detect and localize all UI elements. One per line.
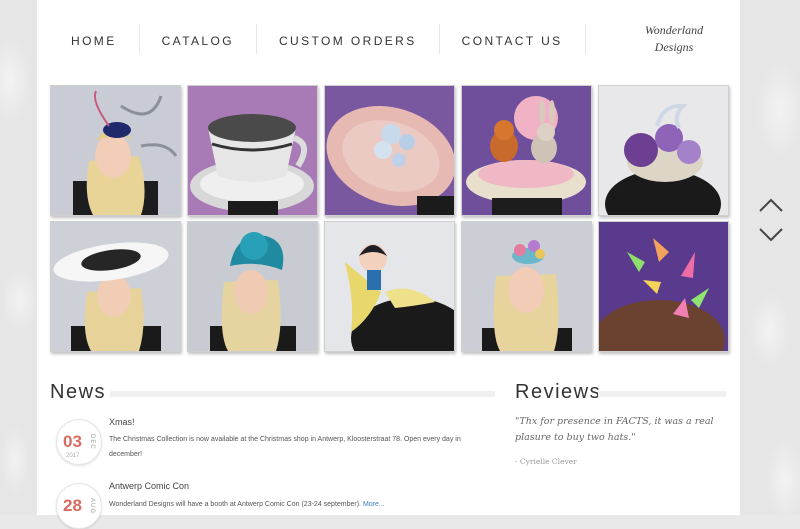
more-link[interactable]: More... <box>363 501 385 508</box>
gallery-image-navy-fascinator[interactable] <box>50 85 181 216</box>
nav-home[interactable]: HOME <box>55 24 140 54</box>
news-item-text: Wonderland Designs will have a booth at … <box>109 497 479 512</box>
gallery-image-teacup-hat[interactable] <box>187 85 318 216</box>
date-day: 03 <box>63 432 82 451</box>
nav-catalog[interactable]: CATALOG <box>140 24 257 54</box>
main-nav: HOME CATALOG CUSTOM ORDERS CONTACT US <box>55 22 586 56</box>
nav-custom-orders[interactable]: CUSTOM ORDERS <box>257 24 440 54</box>
date-badge: 03 DEC 2017 <box>56 419 102 465</box>
gallery-image-butterfly-headpiece[interactable] <box>598 221 729 352</box>
chevron-down-icon[interactable] <box>758 227 784 243</box>
scroll-arrows <box>758 197 784 257</box>
gallery-image-squirrel-bunny-hat[interactable] <box>461 85 592 216</box>
date-year: 2017 <box>66 453 80 459</box>
date-day: 28 <box>63 496 82 515</box>
gallery-image-white-brim-hat[interactable] <box>50 221 181 352</box>
gallery-image-teal-turban[interactable] <box>187 221 318 352</box>
news-item-title[interactable]: Xmas! <box>109 417 135 427</box>
chevron-up-icon[interactable] <box>758 197 784 213</box>
news-item-text-body: Wonderland Designs will have a booth at … <box>109 501 361 508</box>
gallery-grid <box>50 85 729 352</box>
nav-contact-us[interactable]: CONTACT US <box>440 24 586 54</box>
gallery-image-floral-fascinator[interactable] <box>461 221 592 352</box>
logo[interactable]: Wonderland Designs <box>638 22 710 56</box>
logo-line-2: Designs <box>654 40 694 54</box>
news-title-rule <box>110 391 495 397</box>
news-item-title[interactable]: Antwerp Comic Con <box>109 481 189 491</box>
date-badge: 28 AUG <box>56 483 102 529</box>
news-item-text: The Christmas Collection is now availabl… <box>109 436 461 458</box>
page-container: HOME CATALOG CUSTOM ORDERS CONTACT US Wo… <box>37 0 740 529</box>
logo-line-1: Wonderland <box>644 23 704 37</box>
review-quote: "Thx for presence in FACTS, it was a rea… <box>515 416 714 443</box>
reviews-title-rule <box>598 391 726 397</box>
news-title: News <box>50 381 107 403</box>
date-month: AUG <box>89 498 95 515</box>
gallery-image-pink-crochet-hat[interactable] <box>324 85 455 216</box>
gallery-image-doll-headpiece[interactable] <box>324 221 455 352</box>
date-month: DEC <box>89 434 95 450</box>
review-author: - Cyrielle Clever <box>515 457 577 466</box>
gallery-image-purple-flower-fascinator[interactable] <box>598 85 729 216</box>
reviews-title: Reviews <box>515 381 602 403</box>
